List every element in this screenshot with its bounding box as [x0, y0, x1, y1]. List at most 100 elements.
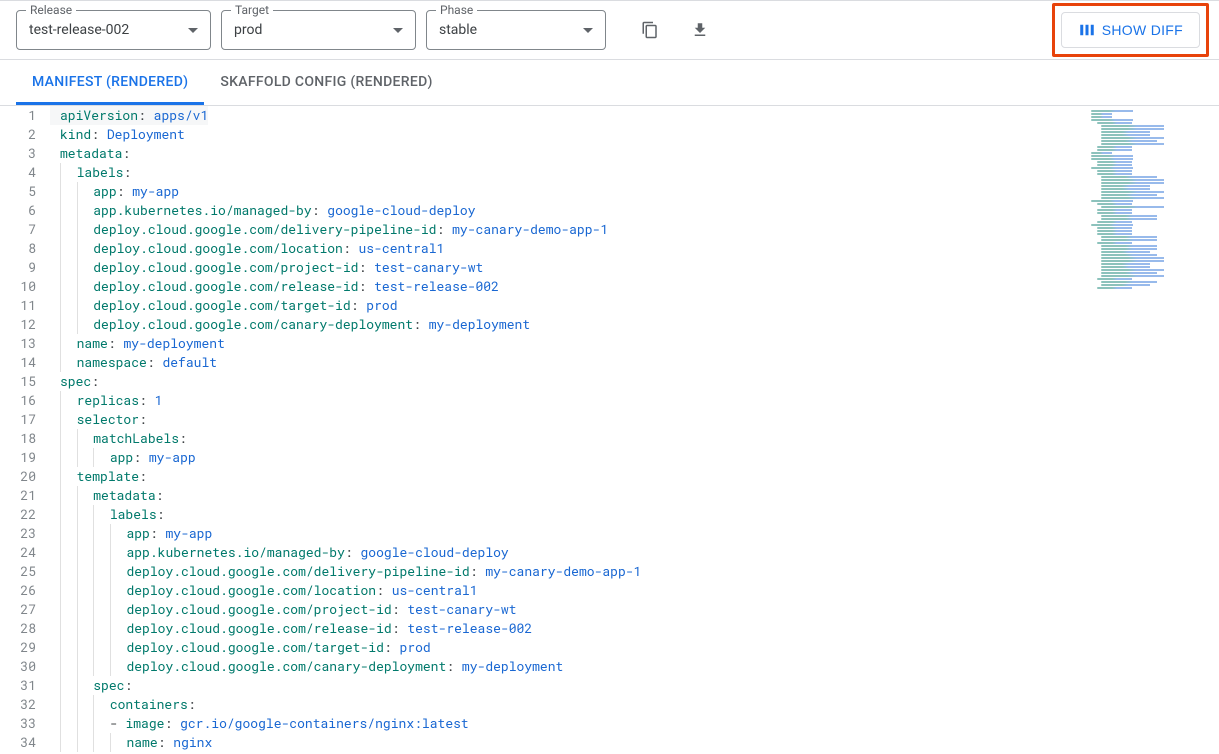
- line-number: 33: [0, 714, 50, 733]
- code-line: 10 deploy.cloud.google.com/release-id: t…: [0, 277, 1219, 296]
- line-number: 11: [0, 296, 50, 315]
- target-select[interactable]: Target prod: [221, 10, 416, 50]
- code-content: app.kubernetes.io/managed-by: google-clo…: [50, 201, 476, 220]
- show-diff-button[interactable]: SHOW DIFF: [1061, 12, 1200, 48]
- code-line: 24 app.kubernetes.io/managed-by: google-…: [0, 543, 1219, 562]
- code-line: 4 labels:: [0, 163, 1219, 182]
- phase-select-label: Phase: [436, 3, 477, 17]
- line-number: 6: [0, 201, 50, 220]
- code-line: 2kind: Deployment: [0, 125, 1219, 144]
- code-line: 19 app: my-app: [0, 448, 1219, 467]
- code-line: 30 deploy.cloud.google.com/canary-deploy…: [0, 657, 1219, 676]
- code-content: deploy.cloud.google.com/location: us-cen…: [50, 239, 444, 258]
- code-line: 25 deploy.cloud.google.com/delivery-pipe…: [0, 562, 1219, 581]
- line-number: 21: [0, 486, 50, 505]
- line-number: 30: [0, 657, 50, 676]
- code-content: app: my-app: [50, 448, 196, 467]
- line-number: 20: [0, 467, 50, 486]
- code-line: 21 metadata:: [0, 486, 1219, 505]
- code-content: deploy.cloud.google.com/project-id: test…: [50, 258, 483, 277]
- code-line: 32 containers:: [0, 695, 1219, 714]
- code-content: name: my-deployment: [50, 334, 225, 353]
- code-line: 22 labels:: [0, 505, 1219, 524]
- code-content: apiVersion: apps/v1: [50, 106, 208, 125]
- line-number: 22: [0, 505, 50, 524]
- code-line: 11 deploy.cloud.google.com/target-id: pr…: [0, 296, 1219, 315]
- line-number: 27: [0, 600, 50, 619]
- line-number: 17: [0, 410, 50, 429]
- line-number: 34: [0, 733, 50, 752]
- code-line: 17 selector:: [0, 410, 1219, 429]
- target-select-value: prod: [234, 22, 393, 38]
- download-button[interactable]: [680, 10, 720, 50]
- release-select-label: Release: [26, 3, 76, 17]
- line-number: 12: [0, 315, 50, 334]
- code-content: labels:: [50, 505, 164, 524]
- code-content: containers:: [50, 695, 196, 714]
- code-content: app.kubernetes.io/managed-by: google-clo…: [50, 543, 509, 562]
- line-number: 28: [0, 619, 50, 638]
- show-diff-highlight: SHOW DIFF: [1052, 3, 1209, 57]
- line-number: 31: [0, 676, 50, 695]
- code-content: matchLabels:: [50, 429, 187, 448]
- copy-button[interactable]: [630, 10, 670, 50]
- code-editor[interactable]: 1apiVersion: apps/v12kind: Deployment3me…: [0, 106, 1219, 752]
- line-number: 5: [0, 182, 50, 201]
- code-content: deploy.cloud.google.com/release-id: test…: [50, 277, 499, 296]
- phase-select[interactable]: Phase stable: [426, 10, 606, 50]
- code-line: 6 app.kubernetes.io/managed-by: google-c…: [0, 201, 1219, 220]
- compare-icon: [1078, 21, 1096, 39]
- line-number: 15: [0, 372, 50, 391]
- chevron-down-icon: [188, 28, 198, 33]
- line-number: 14: [0, 353, 50, 372]
- line-number: 10: [0, 277, 50, 296]
- code-content: replicas: 1: [50, 391, 162, 410]
- line-number: 24: [0, 543, 50, 562]
- phase-select-value: stable: [439, 22, 583, 38]
- line-number: 23: [0, 524, 50, 543]
- line-number: 7: [0, 220, 50, 239]
- code-content: deploy.cloud.google.com/location: us-cen…: [50, 581, 478, 600]
- code-line: 1apiVersion: apps/v1: [0, 106, 1219, 125]
- code-content: app: my-app: [50, 524, 212, 543]
- copy-icon: [641, 21, 659, 39]
- target-select-label: Target: [231, 3, 273, 17]
- toolbar: Release test-release-002 Target prod Pha…: [0, 0, 1219, 60]
- code-content: - image: gcr.io/google-containers/nginx:…: [50, 714, 469, 733]
- code-content: spec:: [50, 372, 99, 391]
- code-line: 33 - image: gcr.io/google-containers/ngi…: [0, 714, 1219, 733]
- code-content: deploy.cloud.google.com/project-id: test…: [50, 600, 517, 619]
- code-content: metadata:: [50, 144, 130, 163]
- code-line: 5 app: my-app: [0, 182, 1219, 201]
- code-line: 29 deploy.cloud.google.com/target-id: pr…: [0, 638, 1219, 657]
- tab-skaffold[interactable]: SKAFFOLD CONFIG (RENDERED): [204, 60, 448, 105]
- code-content: deploy.cloud.google.com/target-id: prod: [50, 638, 431, 657]
- code-line: 23 app: my-app: [0, 524, 1219, 543]
- code-content: kind: Deployment: [50, 125, 185, 144]
- code-content: spec:: [50, 676, 132, 695]
- chevron-down-icon: [393, 28, 403, 33]
- download-icon: [691, 21, 709, 39]
- line-number: 26: [0, 581, 50, 600]
- code-line: 16 replicas: 1: [0, 391, 1219, 410]
- code-line: 20 template:: [0, 467, 1219, 486]
- code-content: deploy.cloud.google.com/release-id: test…: [50, 619, 532, 638]
- code-line: 12 deploy.cloud.google.com/canary-deploy…: [0, 315, 1219, 334]
- tab-manifest[interactable]: MANIFEST (RENDERED): [16, 60, 204, 105]
- line-number: 18: [0, 429, 50, 448]
- code-content: name: nginx: [50, 733, 212, 752]
- code-content: deploy.cloud.google.com/target-id: prod: [50, 296, 398, 315]
- line-number: 4: [0, 163, 50, 182]
- release-select[interactable]: Release test-release-002: [16, 10, 211, 50]
- line-number: 3: [0, 144, 50, 163]
- code-content: app: my-app: [50, 182, 179, 201]
- line-number: 16: [0, 391, 50, 410]
- code-content: selector:: [50, 410, 147, 429]
- code-line: 31 spec:: [0, 676, 1219, 695]
- line-number: 8: [0, 239, 50, 258]
- code-line: 27 deploy.cloud.google.com/project-id: t…: [0, 600, 1219, 619]
- code-line: 34 name: nginx: [0, 733, 1219, 752]
- code-line: 9 deploy.cloud.google.com/project-id: te…: [0, 258, 1219, 277]
- chevron-down-icon: [583, 28, 593, 33]
- code-line: 3metadata:: [0, 144, 1219, 163]
